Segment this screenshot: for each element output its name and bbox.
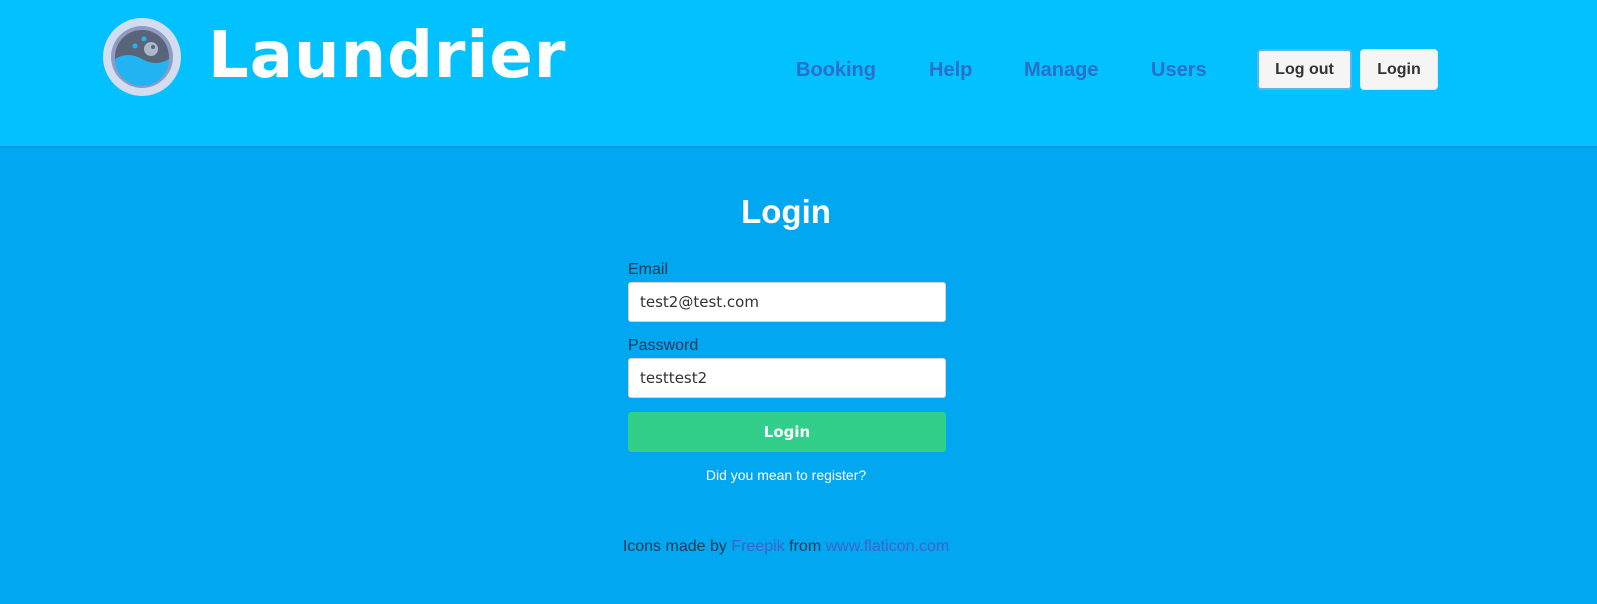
nav-booking[interactable]: Booking: [796, 58, 876, 82]
email-field[interactable]: [628, 282, 946, 322]
register-link[interactable]: Did you mean to register?: [0, 467, 1572, 483]
nav-help[interactable]: Help: [929, 58, 972, 82]
credits-prefix: Icons made by: [622, 538, 727, 555]
washing-machine-icon: [103, 18, 181, 96]
page-title: Login: [741, 193, 831, 230]
brand-name[interactable]: Laundrier: [208, 16, 566, 96]
login-submit-button[interactable]: Login: [628, 412, 946, 452]
nav-manage[interactable]: Manage: [1024, 58, 1098, 82]
icon-credits: Icons made by Freepik from www.flaticon.…: [0, 538, 1572, 556]
flaticon-link[interactable]: www.flaticon.com: [826, 538, 950, 555]
credits-middle: from: [789, 538, 822, 555]
email-label: Email: [628, 261, 669, 278]
logout-button[interactable]: Log out: [1257, 49, 1352, 90]
freepik-link[interactable]: Freepik: [731, 538, 784, 555]
nav-users[interactable]: Users: [1151, 58, 1207, 82]
password-label: Password: [628, 337, 699, 354]
password-field[interactable]: [628, 358, 946, 398]
header-login-button[interactable]: Login: [1360, 49, 1438, 90]
header: Laundrier Booking Help Manage Users Log …: [0, 0, 1597, 148]
